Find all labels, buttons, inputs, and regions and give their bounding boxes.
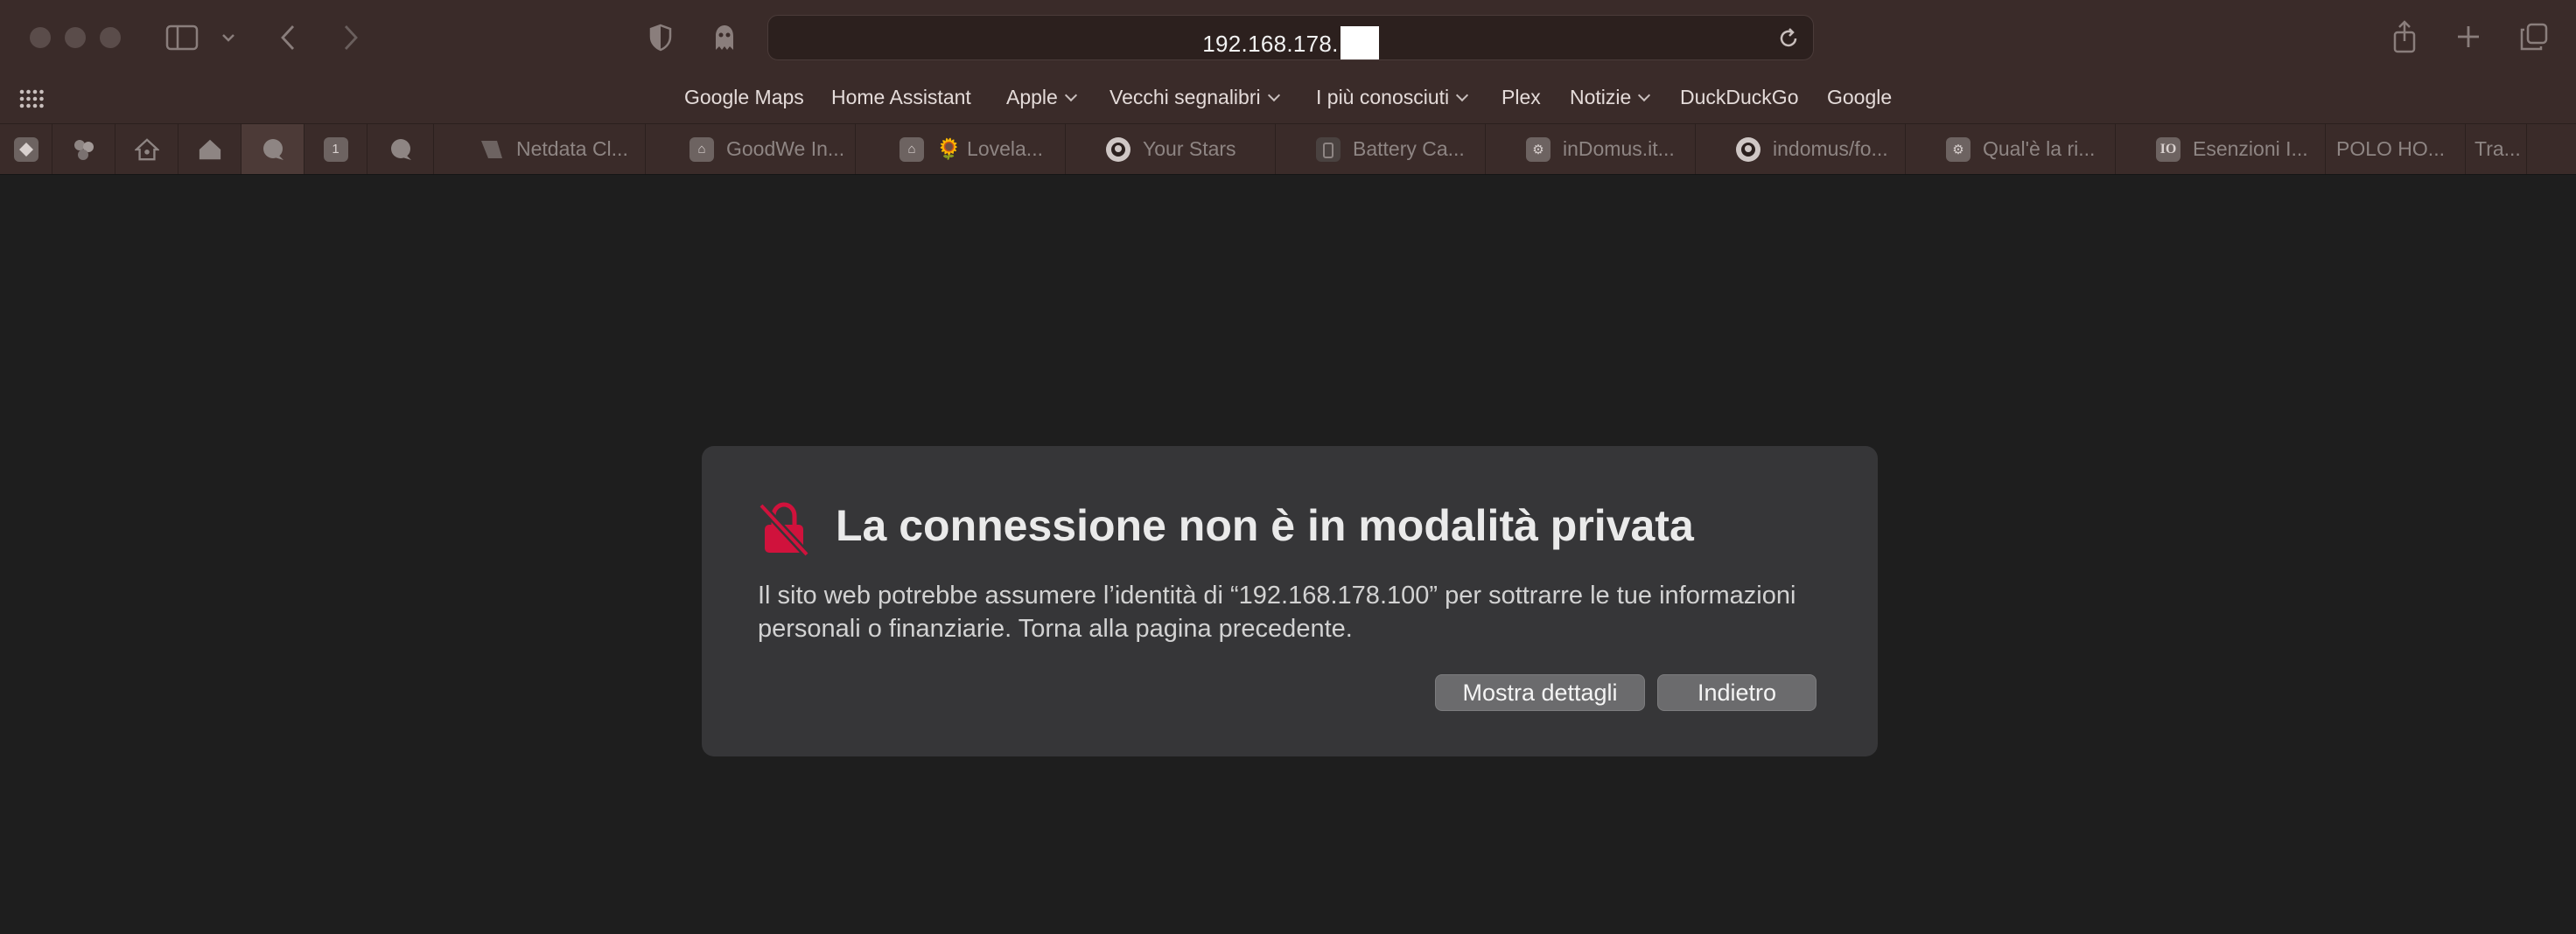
share-icon[interactable]: [2390, 19, 2418, 54]
github-icon: [1106, 136, 1130, 162]
chevron-down-icon: [1456, 88, 1469, 102]
tab-label: 🌻 Lovela...: [936, 137, 1043, 160]
privacy-shield-icon[interactable]: [648, 23, 674, 52]
back-icon[interactable]: [276, 23, 299, 52]
forward-icon[interactable]: [340, 23, 362, 52]
page-content: La connessione non è in modalità privata…: [0, 175, 2576, 934]
chat-bubble-icon: [388, 137, 413, 162]
cluster-icon: [72, 137, 96, 162]
bookmark-home-assistant[interactable]: Home Assistant: [831, 86, 971, 109]
tab-tra[interactable]: Tra...: [2466, 124, 2527, 174]
tab-esenzioni[interactable]: IO Esenzioni I...: [2116, 124, 2326, 174]
pinned-tab[interactable]: [116, 124, 178, 174]
tab-indomus[interactable]: ⚙ inDomus.it...: [1486, 124, 1696, 174]
show-details-button[interactable]: Mostra dettagli: [1435, 674, 1645, 711]
address-bar[interactable]: 192.168.178.: [767, 15, 1814, 60]
bookmark-folder-apple[interactable]: Apple: [1006, 86, 1077, 109]
pinned-tab[interactable]: [368, 124, 434, 174]
privacy-warning-dialog: La connessione non è in modalità privata…: [702, 446, 1878, 756]
tab-label: Qual'è la ri...: [1983, 137, 2096, 160]
favorites-bar: Google Maps Home Assistant Apple Vecchi …: [0, 75, 2576, 123]
plex-icon: [13, 136, 38, 162]
pinned-tab[interactable]: 1: [304, 124, 368, 174]
back-button[interactable]: Indietro: [1657, 674, 1816, 711]
pinned-tab-active[interactable]: [242, 124, 304, 174]
tab-lovelace[interactable]: ⌂ 🌻 Lovela...: [856, 124, 1066, 174]
tab-label: Esenzioni I...: [2193, 137, 2308, 160]
battery-icon: [1316, 136, 1340, 162]
tab-label: Netdata Cl...: [516, 137, 628, 160]
redaction-mask: [1340, 26, 1379, 59]
tab-label: indomus/fo...: [1773, 137, 1888, 160]
home-icon: [198, 137, 222, 162]
minimize-window-button[interactable]: [65, 27, 86, 48]
home-icon: ⌂: [690, 136, 714, 162]
browser-chrome: 192.168.178. Google Maps Home Assistant …: [0, 0, 2576, 175]
tab-label: Battery Ca...: [1353, 137, 1465, 160]
bookmark-google-maps[interactable]: Google Maps: [684, 86, 804, 109]
ghost-icon[interactable]: [711, 23, 738, 52]
pinned-tab[interactable]: [0, 124, 52, 174]
new-tab-icon[interactable]: [2454, 23, 2482, 51]
tab-label: GoodWe In...: [726, 137, 845, 160]
tab-battery[interactable]: Battery Ca...: [1276, 124, 1486, 174]
tab-label: POLO HO...: [2336, 137, 2445, 160]
dialog-message: Il sito web potrebbe assumere l’identità…: [758, 582, 1796, 643]
tab-polo[interactable]: POLO HO...: [2326, 124, 2466, 174]
chevron-down-icon[interactable]: [218, 29, 239, 46]
broken-lock-icon: [756, 500, 812, 558]
tab-label: Your Stars: [1143, 137, 1236, 160]
dialog-title: La connessione non è in modalità privata: [836, 501, 1694, 550]
url-text: 192.168.178.: [768, 26, 1813, 59]
tab-label: inDomus.it...: [1563, 137, 1675, 160]
close-window-button[interactable]: [30, 27, 51, 48]
tab-bar: 1 Netdata Cl... ⌂ GoodWe In... ⌂ 🌻 Lovel…: [0, 123, 2576, 175]
bookmark-duckduckgo[interactable]: DuckDuckGo: [1680, 86, 1798, 109]
bookmark-plex[interactable]: Plex: [1502, 86, 1541, 109]
tab-overview-icon[interactable]: [2518, 21, 2550, 52]
reload-icon[interactable]: [1776, 26, 1801, 51]
gear-icon: ⚙: [1526, 136, 1550, 162]
number-badge-icon: 1: [323, 136, 348, 162]
bookmark-folder-piu-conosciuti[interactable]: I più conosciuti: [1316, 86, 1469, 109]
tab-netdata[interactable]: Netdata Cl...: [434, 124, 646, 174]
chevron-down-icon: [1267, 88, 1280, 102]
tab-goodwe[interactable]: ⌂ GoodWe In...: [646, 124, 856, 174]
io-icon: IO: [2156, 136, 2180, 162]
chevron-down-icon: [1064, 88, 1077, 102]
tab-your-stars[interactable]: Your Stars: [1066, 124, 1276, 174]
toolbar: 192.168.178.: [0, 0, 2576, 75]
home-assistant-icon: [134, 137, 159, 162]
github-icon: [1736, 136, 1760, 162]
chat-bubble-icon: [261, 137, 285, 162]
tab-label: Tra...: [2474, 137, 2521, 160]
zoom-window-button[interactable]: [100, 27, 121, 48]
pinned-tab[interactable]: [52, 124, 116, 174]
netdata-icon: [480, 137, 504, 162]
tab-indomus-github[interactable]: indomus/fo...: [1696, 124, 1906, 174]
sidebar-toggle-icon[interactable]: [164, 24, 200, 52]
bookmark-folder-notizie[interactable]: Notizie: [1570, 86, 1651, 109]
pinned-tab[interactable]: [178, 124, 242, 174]
gear-icon: ⚙: [1946, 136, 1970, 162]
bookmark-folder-vecchi-segnalibri[interactable]: Vecchi segnalibri: [1110, 86, 1280, 109]
bookmark-google[interactable]: Google: [1827, 86, 1892, 109]
tab-quale[interactable]: ⚙ Qual'è la ri...: [1906, 124, 2116, 174]
home-icon: ⌂: [900, 136, 924, 162]
chevron-down-icon: [1638, 88, 1651, 102]
